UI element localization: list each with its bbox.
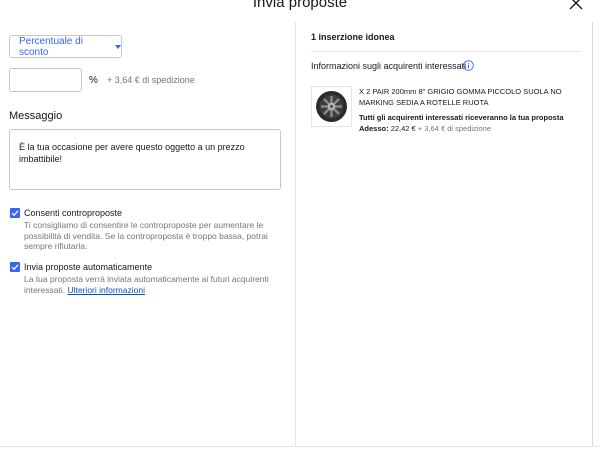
- auto-send-offers-help: La tua proposta verrà inviata automatica…: [24, 274, 279, 295]
- check-icon: [11, 264, 19, 271]
- dialog-edge: [592, 22, 593, 447]
- discount-percent-input[interactable]: [9, 68, 82, 92]
- panel-divider: [295, 22, 296, 447]
- discount-type-label: Percentuale di sconto: [19, 35, 83, 58]
- shipping-cost: + 3,64 € di spedizione: [107, 75, 195, 85]
- allow-counteroffers-checkbox[interactable]: [10, 208, 20, 218]
- percent-sign: %: [89, 75, 98, 86]
- summary-divider: [311, 51, 581, 52]
- wheel-image: [316, 91, 347, 122]
- dialog-title: Invia proposte: [252, 0, 348, 11]
- check-icon: [11, 210, 19, 217]
- allow-counteroffers-help: Ti consigliamo di consentire le contropr…: [24, 220, 268, 251]
- message-label: Messaggio: [9, 110, 63, 122]
- discount-type-dropdown[interactable]: Percentuale di sconto: [9, 35, 122, 58]
- auto-send-offers-checkbox[interactable]: [10, 262, 20, 272]
- price-label: Adesso:: [359, 124, 389, 133]
- close-icon[interactable]: [568, 0, 584, 11]
- price-value: 22,42 €: [390, 124, 416, 133]
- listing-thumbnail[interactable]: [311, 86, 352, 127]
- chevron-down-icon: [115, 44, 121, 49]
- message-textarea[interactable]: È la tua occasione per avere questo ogge…: [9, 129, 281, 190]
- listing-title[interactable]: X 2 PAIR 200mm 8" GRIGIO GOMMA PICCOLO S…: [359, 86, 579, 108]
- learn-more-link[interactable]: Ulteriori informazioni: [67, 285, 144, 295]
- price-shipping: + 3,64 € di spedizione: [417, 124, 491, 133]
- auto-send-help-text: La tua proposta verrà inviata automatica…: [24, 274, 269, 295]
- auto-send-offers-label[interactable]: Invia proposte automaticamente: [24, 262, 152, 272]
- eligible-listings-count: 1 inserzione idonea: [311, 32, 395, 42]
- info-icon[interactable]: [463, 60, 474, 71]
- bottom-divider: [0, 446, 600, 447]
- listing-offer-note: Tutti gli acquirenti interessati ricever…: [359, 113, 564, 122]
- allow-counteroffers-label[interactable]: Consenti controproposte: [24, 208, 122, 218]
- listing-price: Adesso: 22,42 € + 3,64 € di spedizione: [359, 124, 491, 133]
- interested-buyers-info-label: Informazioni sugli acquirenti interessat…: [311, 61, 467, 71]
